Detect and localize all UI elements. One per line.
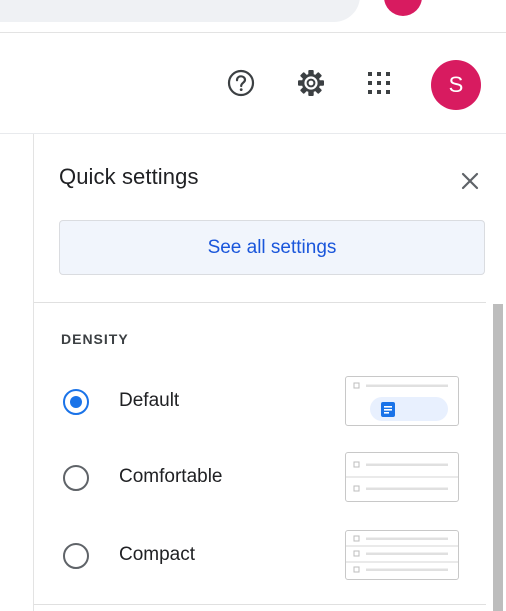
apps-grid-icon — [368, 72, 390, 94]
gear-icon — [298, 70, 324, 96]
comfortable-label: Comfortable — [119, 466, 223, 487]
quick-settings-panel: Quick settings See all settings DENSITY … — [33, 134, 506, 611]
density-option-comfortable[interactable]: Comfortable — [54, 450, 464, 506]
gmail-page: S Quick settings See all settings DENSIT… — [0, 0, 506, 611]
top-search-strip — [0, 0, 506, 33]
default-radio[interactable] — [63, 389, 89, 415]
help-icon — [227, 69, 255, 97]
section-divider — [34, 302, 486, 303]
panel-title: Quick settings — [59, 164, 199, 189]
scrollbar-thumb[interactable] — [493, 304, 503, 611]
help-button[interactable] — [221, 63, 261, 103]
compact-label: Compact — [119, 544, 196, 565]
compact-density-preview — [345, 530, 459, 580]
density-option-default[interactable]: Default — [54, 374, 464, 430]
see-all-settings-button[interactable]: See all settings — [59, 220, 485, 275]
header-toolbar: S — [0, 33, 506, 133]
comfortable-preview-graphic — [346, 461, 458, 492]
default-preview-graphic — [353, 382, 448, 421]
density-heading: DENSITY — [61, 331, 129, 347]
close-icon — [461, 172, 479, 190]
comfortable-density-preview — [345, 452, 459, 502]
compact-preview-graphic — [346, 535, 458, 573]
account-avatar[interactable]: S — [431, 60, 481, 110]
settings-button[interactable] — [291, 63, 331, 103]
density-option-compact[interactable]: Compact — [54, 528, 464, 584]
google-apps-button[interactable] — [359, 63, 399, 103]
search-bar[interactable] — [0, 0, 360, 22]
comfortable-radio[interactable] — [63, 465, 89, 491]
default-density-preview — [345, 376, 459, 426]
close-button[interactable] — [453, 164, 487, 198]
avatar-initial: S — [448, 72, 464, 97]
bottom-divider — [34, 604, 486, 605]
compact-radio[interactable] — [63, 543, 89, 569]
default-label: Default — [119, 390, 180, 411]
account-avatar-peek — [384, 0, 422, 16]
